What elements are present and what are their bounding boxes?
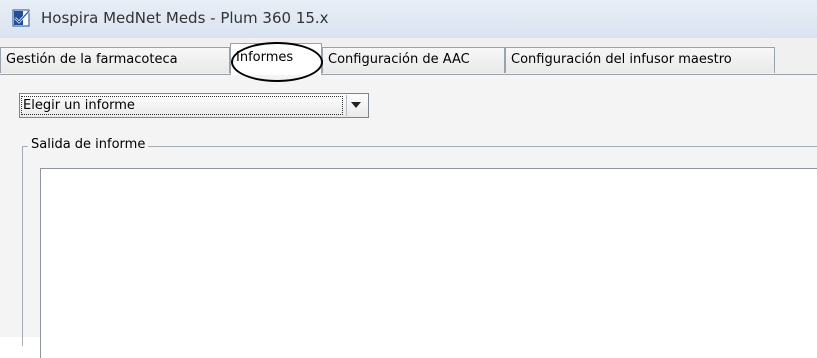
report-output-legend: Salida de informe	[28, 137, 149, 153]
report-selector-value: Elegir un informe	[21, 96, 343, 115]
combo-separator	[346, 95, 347, 116]
reports-panel: Elegir un informe Salida de informe	[0, 75, 817, 358]
document-check-icon	[12, 9, 30, 27]
app-window: Hospira MedNet Meds - Plum 360 15.x Gest…	[0, 0, 817, 358]
tab-strip: Gestión de la farmacoteca Informes Confi…	[0, 38, 817, 75]
title-bar[interactable]: Hospira MedNet Meds - Plum 360 15.x	[0, 0, 817, 39]
tab-aac-configuration[interactable]: Configuración de AAC	[322, 47, 505, 73]
tab-formulary-management[interactable]: Gestión de la farmacoteca	[0, 47, 230, 73]
window-title: Hospira MedNet Meds - Plum 360 15.x	[41, 9, 329, 27]
report-output-area[interactable]	[40, 168, 817, 358]
report-selector[interactable]: Elegir un informe	[19, 93, 369, 118]
chevron-down-icon[interactable]	[351, 102, 361, 108]
tab-reports[interactable]: Informes	[230, 43, 322, 75]
tab-master-infuser-configuration[interactable]: Configuración del infusor maestro	[505, 47, 775, 73]
